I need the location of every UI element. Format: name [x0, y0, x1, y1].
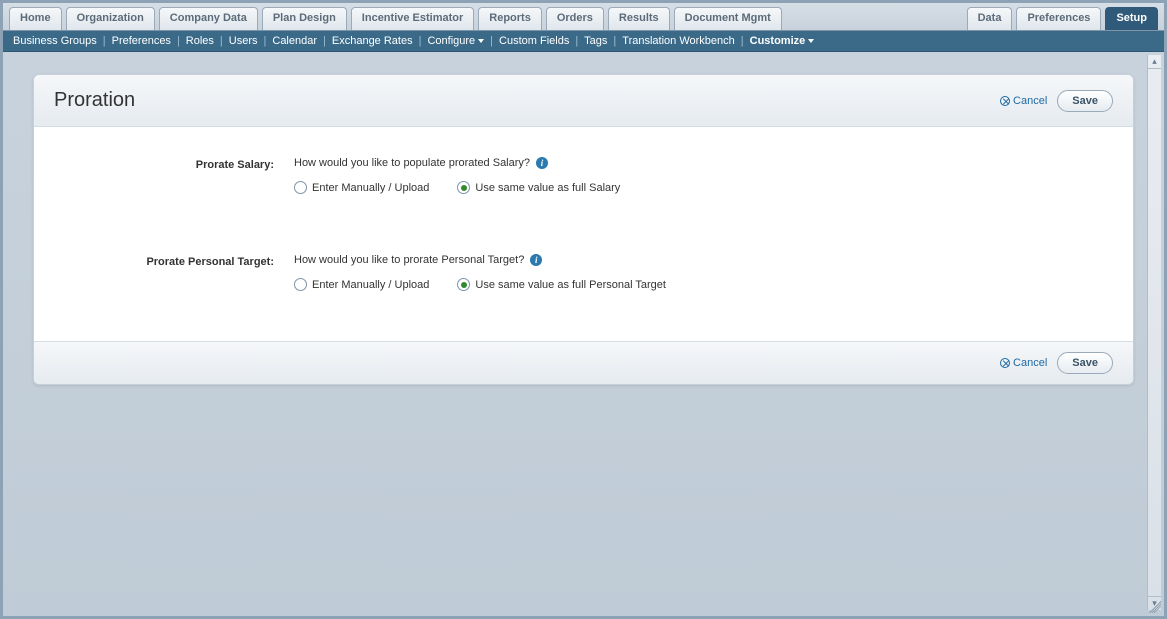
tab-company-data[interactable]: Company Data [159, 7, 258, 30]
radio-icon [457, 278, 470, 291]
radio-icon [457, 181, 470, 194]
resize-grip-icon[interactable] [1149, 601, 1161, 613]
radio-target-same[interactable]: Use same value as full Personal Target [457, 278, 666, 291]
subnav-business-groups[interactable]: Business Groups [13, 35, 97, 47]
separator: | [220, 35, 223, 47]
field-prorate-salary: Prorate Salary: How would you like to po… [74, 157, 1093, 194]
tab-document-mgmt[interactable]: Document Mgmt [674, 7, 782, 30]
panel-footer: Cancel Save [34, 341, 1133, 384]
separator: | [323, 35, 326, 47]
subnav-preferences[interactable]: Preferences [112, 35, 171, 47]
tab-preferences[interactable]: Preferences [1016, 7, 1101, 30]
top-tab-bar: HomeOrganizationCompany DataPlan DesignI… [3, 3, 1164, 31]
field-prorate-personal-target: Prorate Personal Target: How would you l… [74, 254, 1093, 291]
chevron-down-icon [808, 39, 814, 43]
subnav-customize[interactable]: Customize [750, 35, 815, 47]
separator: | [490, 35, 493, 47]
field-label: Prorate Salary: [74, 157, 294, 171]
tab-setup[interactable]: Setup [1105, 7, 1158, 30]
radio-target-manual[interactable]: Enter Manually / Upload [294, 278, 429, 291]
subnav-calendar[interactable]: Calendar [272, 35, 317, 47]
cancel-link-bottom[interactable]: Cancel [1000, 357, 1047, 369]
save-button-top[interactable]: Save [1057, 90, 1113, 112]
question-text: How would you like to prorate Personal T… [294, 254, 524, 266]
separator: | [613, 35, 616, 47]
radio-label: Enter Manually / Upload [312, 279, 429, 291]
separator: | [103, 35, 106, 47]
radio-icon [294, 181, 307, 194]
cancel-link-top[interactable]: Cancel [1000, 95, 1047, 107]
subnav-roles[interactable]: Roles [186, 35, 214, 47]
separator: | [741, 35, 744, 47]
separator: | [419, 35, 422, 47]
radio-salary-manual[interactable]: Enter Manually / Upload [294, 181, 429, 194]
subnav-translation-workbench[interactable]: Translation Workbench [622, 35, 735, 47]
radio-label: Use same value as full Personal Target [475, 279, 666, 291]
subnav-exchange-rates[interactable]: Exchange Rates [332, 35, 413, 47]
tab-results[interactable]: Results [608, 7, 670, 30]
separator: | [177, 35, 180, 47]
cancel-label: Cancel [1013, 357, 1047, 369]
tab-data[interactable]: Data [967, 7, 1013, 30]
save-button-bottom[interactable]: Save [1057, 352, 1113, 374]
radio-icon [294, 278, 307, 291]
tab-plan-design[interactable]: Plan Design [262, 7, 347, 30]
panel-header: Proration Cancel Save [34, 75, 1133, 127]
proration-panel: Proration Cancel Save Prorate Salary: Ho… [33, 74, 1134, 385]
cancel-label: Cancel [1013, 95, 1047, 107]
question-text: How would you like to populate prorated … [294, 157, 530, 169]
subnav-users[interactable]: Users [229, 35, 258, 47]
radio-label: Enter Manually / Upload [312, 182, 429, 194]
field-label: Prorate Personal Target: [74, 254, 294, 268]
sub-navigation: Business Groups | Preferences | Roles | Users |… [3, 31, 1164, 52]
separator: | [575, 35, 578, 47]
tab-orders[interactable]: Orders [546, 7, 604, 30]
subnav-custom-fields[interactable]: Custom Fields [499, 35, 569, 47]
radio-salary-same[interactable]: Use same value as full Salary [457, 181, 620, 194]
vertical-scrollbar[interactable]: ▴ ▾ [1147, 55, 1161, 610]
info-icon[interactable]: i [530, 254, 542, 266]
cancel-icon [1000, 96, 1010, 106]
chevron-down-icon [478, 39, 484, 43]
tab-incentive-estimator[interactable]: Incentive Estimator [351, 7, 474, 30]
subnav-tags[interactable]: Tags [584, 35, 607, 47]
subnav-configure[interactable]: Configure [427, 35, 484, 47]
page-title: Proration [54, 89, 135, 112]
scroll-up-icon[interactable]: ▴ [1148, 55, 1161, 69]
tab-home[interactable]: Home [9, 7, 62, 30]
tab-reports[interactable]: Reports [478, 7, 542, 30]
radio-label: Use same value as full Salary [475, 182, 620, 194]
info-icon[interactable]: i [536, 157, 548, 169]
cancel-icon [1000, 358, 1010, 368]
separator: | [264, 35, 267, 47]
tab-organization[interactable]: Organization [66, 7, 155, 30]
